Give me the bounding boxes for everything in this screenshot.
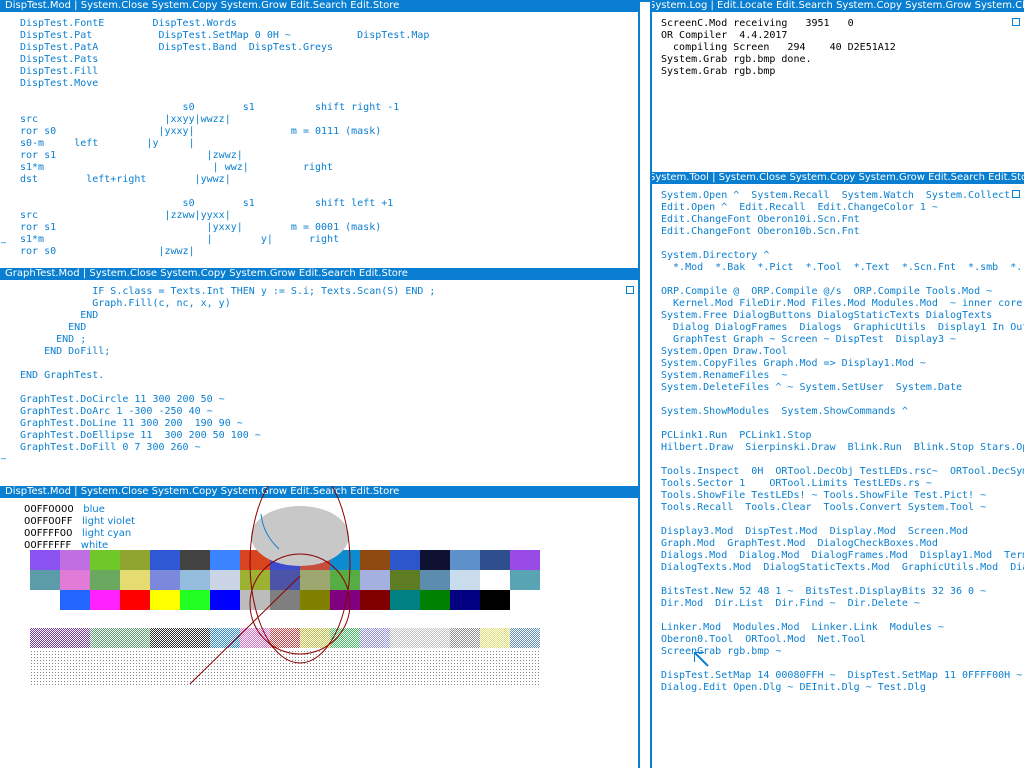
viewer-disptest-top: DispTest.Mod | System.Close System.Copy … xyxy=(0,0,638,268)
system-log-text: ScreenC.Mod receiving 3951 0 OR Compiler… xyxy=(661,18,896,77)
caret-mark: _ xyxy=(1,449,6,460)
viewer-title[interactable]: System.Tool | System.Close System.Copy S… xyxy=(652,172,1024,183)
graphtest-source-text[interactable]: IF S.class = Texts.Int THEN y := S.i; Te… xyxy=(20,286,435,454)
circle-shape xyxy=(249,553,351,655)
disptest-source-text[interactable]: DispTest.FontE DispTest.Words DispTest.P… xyxy=(20,18,429,258)
viewer-disptest-graphics: DispTest.Mod | System.Close System.Copy … xyxy=(0,486,638,768)
column-divider-left xyxy=(638,0,640,768)
system-tool-commands[interactable]: System.Open ^ System.Recall System.Watch… xyxy=(661,190,1024,694)
graphics-canvas[interactable]: 00FF0000 blue 00FF00FF light violet 00FF… xyxy=(0,486,638,768)
viewer-text-area[interactable]: ScreenC.Mod receiving 3951 0 OR Compiler… xyxy=(652,12,1024,172)
resize-handle[interactable] xyxy=(626,286,634,294)
viewer-title[interactable]: DispTest.Mod | System.Close System.Copy … xyxy=(5,0,399,11)
viewer-title-bar[interactable]: GraphTest.Mod | System.Close System.Copy… xyxy=(0,268,638,280)
mouse-pointer-icon xyxy=(694,652,709,667)
viewer-system-tool: System.Tool | System.Close System.Copy S… xyxy=(652,172,1024,768)
viewer-system-log: System.Log | Edit.Locate Edit.Search Sys… xyxy=(652,0,1024,172)
drawing-overlay xyxy=(189,486,351,685)
viewer-title-bar[interactable]: System.Log | Edit.Locate Edit.Search Sys… xyxy=(652,0,1024,12)
viewer-text-area[interactable]: DispTest.FontE DispTest.Words DispTest.P… xyxy=(0,12,638,268)
viewer-text-area[interactable]: System.Open ^ System.Recall System.Watch… xyxy=(652,184,1024,768)
resize-handle[interactable] xyxy=(1012,190,1020,198)
viewer-title[interactable]: System.Log | Edit.Locate Edit.Search Sys… xyxy=(652,0,1024,11)
viewer-title-bar[interactable]: System.Tool | System.Close System.Copy S… xyxy=(652,172,1024,184)
viewer-text-area[interactable]: IF S.class = Texts.Int THEN y := S.i; Te… xyxy=(0,280,638,486)
gray-filled-ellipse xyxy=(251,506,349,566)
viewer-title[interactable]: GraphTest.Mod | System.Close System.Copy… xyxy=(5,268,408,279)
resize-handle[interactable] xyxy=(1012,18,1020,26)
diagonal-line xyxy=(189,575,301,685)
viewer-title-bar[interactable]: DispTest.Mod | System.Close System.Copy … xyxy=(0,0,638,12)
track-divider xyxy=(638,0,652,2)
viewer-graphtest: GraphTest.Mod | System.Close System.Copy… xyxy=(0,268,638,486)
caret-mark: _ xyxy=(1,233,6,244)
